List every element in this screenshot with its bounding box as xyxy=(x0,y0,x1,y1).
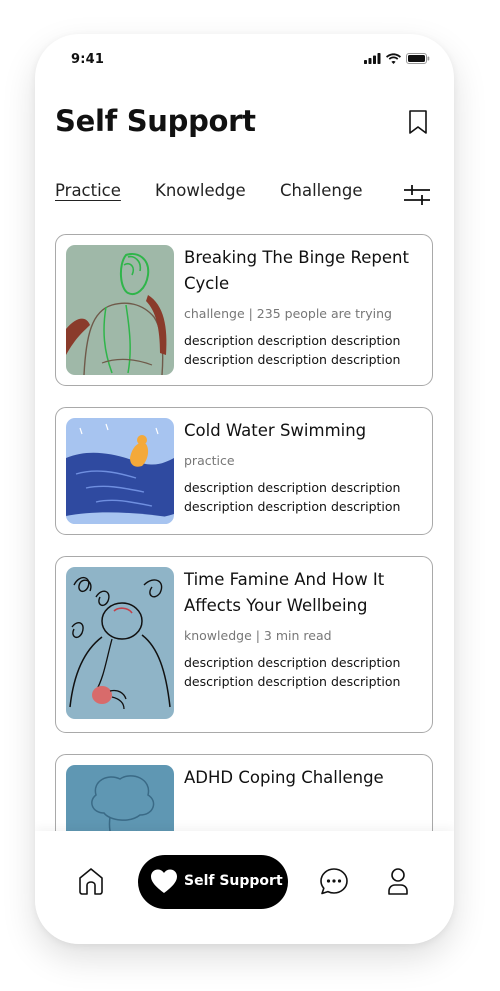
card-list: Breaking The Binge Repent Cycle challeng… xyxy=(55,234,433,831)
card-thumbnail xyxy=(66,765,174,831)
home-icon xyxy=(79,868,103,895)
status-bar: 9:41 xyxy=(35,34,454,84)
card-body: Time Famine And How It Affects Your Well… xyxy=(184,567,426,691)
card-description: description description description desc… xyxy=(184,480,401,514)
bottom-navigation: Self Support xyxy=(35,831,454,944)
page-title: Self Support xyxy=(55,104,256,138)
nav-home-button[interactable] xyxy=(76,865,106,897)
user-icon xyxy=(388,868,408,895)
content-card[interactable]: Time Famine And How It Affects Your Well… xyxy=(55,556,433,733)
card-title: Time Famine And How It Affects Your Well… xyxy=(184,570,385,615)
heart-icon xyxy=(151,869,177,893)
nav-self-support-label: Self Support xyxy=(184,873,283,889)
card-body: ADHD Coping Challenge xyxy=(184,765,426,791)
tab-knowledge[interactable]: Knowledge xyxy=(155,181,246,200)
card-body: Breaking The Binge Repent Cycle challeng… xyxy=(184,245,426,369)
chat-icon xyxy=(320,868,348,895)
signal-icon xyxy=(364,53,381,64)
content-card[interactable]: Cold Water Swimming practice description… xyxy=(55,407,433,535)
card-description: description description description desc… xyxy=(184,333,401,367)
card-meta: challenge | 235 people are trying xyxy=(184,306,392,321)
card-meta: practice xyxy=(184,453,235,468)
card-thumbnail xyxy=(66,418,174,524)
card-title: ADHD Coping Challenge xyxy=(184,768,384,787)
card-title: Cold Water Swimming xyxy=(184,421,367,440)
card-meta: knowledge | 3 min read xyxy=(184,628,332,643)
card-thumbnail xyxy=(66,245,174,375)
sliders-icon xyxy=(404,185,430,205)
category-tabs: Practice Knowledge Challenge xyxy=(55,181,435,211)
card-description: description description description desc… xyxy=(184,655,401,689)
status-time: 9:41 xyxy=(71,52,105,67)
nav-chat-button[interactable] xyxy=(319,865,349,897)
content-card[interactable]: ADHD Coping Challenge xyxy=(55,754,433,831)
bookmark-icon xyxy=(409,110,427,134)
battery-icon xyxy=(406,53,430,64)
nav-self-support-button[interactable]: Self Support xyxy=(138,855,288,909)
bookmark-button[interactable] xyxy=(406,108,430,136)
wifi-icon xyxy=(386,53,401,64)
tab-challenge[interactable]: Challenge xyxy=(280,181,363,200)
card-thumbnail xyxy=(66,567,174,719)
filter-button[interactable] xyxy=(403,183,431,207)
content-card[interactable]: Breaking The Binge Repent Cycle challeng… xyxy=(55,234,433,386)
phone-frame: 9:41 Self Support Practice Knowledge Cha… xyxy=(35,34,454,944)
card-title: Breaking The Binge Repent Cycle xyxy=(184,248,409,293)
nav-profile-button[interactable] xyxy=(383,865,413,897)
status-icons xyxy=(364,53,430,64)
tab-practice[interactable]: Practice xyxy=(55,181,121,200)
card-body: Cold Water Swimming practice description… xyxy=(184,418,426,516)
